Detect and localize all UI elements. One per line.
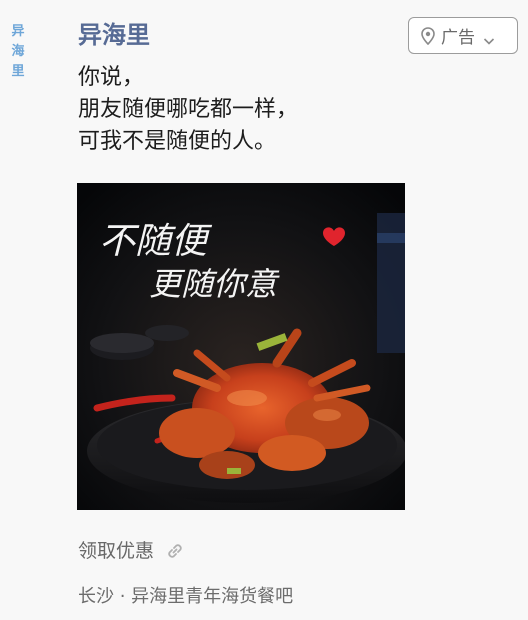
chevron-down-icon	[483, 31, 495, 45]
caption-line-1: 不随便	[99, 221, 213, 262]
message-line: 朋友随便哪吃都一样，	[78, 97, 299, 122]
post-message: 你说， 朋友随便哪吃都一样， 可我不是随便的人。	[78, 62, 498, 158]
location-pin-icon	[421, 26, 435, 45]
message-line: 你说，	[78, 65, 145, 90]
username[interactable]: 异海里	[78, 20, 150, 50]
link-icon	[164, 540, 186, 562]
ad-image[interactable]: 不随便 更随你意	[77, 183, 405, 510]
message-line: 可我不是随便的人。	[78, 129, 277, 154]
avatar-char-1: 异	[11, 24, 25, 39]
coupon-link[interactable]: 领取优惠	[78, 538, 186, 564]
avatar[interactable]: 异 海 里	[10, 22, 26, 94]
food-photo: 不随便 更随你意	[77, 183, 405, 510]
ad-post-card: 异 海 里 异海里 广告 你说， 朋友随便哪吃都一样， 可我不是随便的人。 不随…	[0, 0, 528, 620]
ad-label: 广告	[441, 28, 475, 48]
ad-badge[interactable]: 广告	[408, 17, 518, 54]
avatar-char-2: 海	[11, 44, 25, 59]
location-text[interactable]: 长沙 · 异海里青年海货餐吧	[78, 584, 293, 610]
caption-line-2: 更随你意	[149, 265, 280, 303]
avatar-char-3: 里	[11, 64, 25, 79]
coupon-label: 领取优惠	[78, 540, 155, 562]
